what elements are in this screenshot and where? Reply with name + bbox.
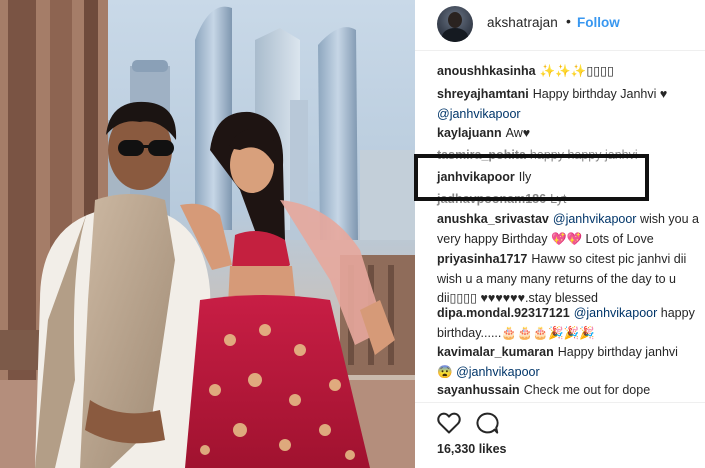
photo-illustration (0, 0, 415, 468)
comment-item: priyasinha1717 Haww so citest pic janhvi … (437, 250, 699, 309)
comment-username[interactable]: sayanhussain (437, 383, 520, 397)
comment-username[interactable]: kavimalar_kumaran (437, 345, 554, 359)
comment-mention[interactable]: @janhvikapoor (553, 212, 637, 226)
comment-username[interactable]: dipa.mondal.92317121 (437, 306, 570, 320)
comment-text: Happy birthday janhvi (557, 345, 678, 359)
comment-mention[interactable]: @janhvikapoor (437, 107, 521, 121)
comment-text: ✨✨✨▯▯▯▯ (539, 64, 614, 78)
comment-username[interactable]: anoushhkasinha (437, 64, 536, 78)
comment-item: dipa.mondal.92317121 @janhvikapoor happy … (437, 304, 699, 343)
post-photo[interactable] (0, 0, 415, 468)
follow-button[interactable]: Follow (577, 15, 620, 30)
comment-item: anoushhkasinha ✨✨✨▯▯▯▯ (437, 62, 699, 82)
separator-dot: • (566, 13, 571, 29)
comment-item: anushka_srivastav @janhvikapoor wish you … (437, 210, 699, 249)
likes-count[interactable]: 16,330 likes (437, 442, 507, 456)
comment-username[interactable]: priyasinha1717 (437, 252, 527, 266)
post-header: akshatrajan • Follow (415, 0, 705, 50)
comment-item: kaylajuann Aw♥ (437, 124, 699, 144)
comment-text: Aw♥ (505, 126, 531, 140)
speech-bubble-icon[interactable] (475, 412, 499, 438)
comment-item: sayanhussain Check me out for dope (437, 381, 699, 401)
comment-mention[interactable]: @janhvikapoor (456, 365, 540, 379)
post-username[interactable]: akshatrajan (487, 15, 558, 30)
comment-text: Check me out for dope (523, 383, 651, 397)
avatar[interactable] (437, 6, 473, 42)
actions-divider (415, 402, 705, 403)
post-side-panel: akshatrajan • Follow anoushhkasinha ✨✨✨▯▯… (415, 0, 705, 468)
header-divider (415, 50, 705, 51)
comment-item: kavimalar_kumaran Happy birthday janhvi 😨… (437, 343, 699, 382)
comment-item: shreyajhamtani Happy birthday Janhvi ♥ @j… (437, 85, 699, 124)
comment-mention[interactable]: @janhvikapoor (574, 306, 658, 320)
comment-username[interactable]: kaylajuann (437, 126, 502, 140)
comment-text: Happy birthday Janhvi ♥ (532, 87, 668, 101)
comment-username[interactable]: anushka_srivastav (437, 212, 549, 226)
heart-icon[interactable] (437, 412, 461, 438)
comment-username[interactable]: shreyajhamtani (437, 87, 529, 101)
highlight-box (414, 154, 649, 201)
comment-emoji: 😨 (437, 364, 453, 379)
